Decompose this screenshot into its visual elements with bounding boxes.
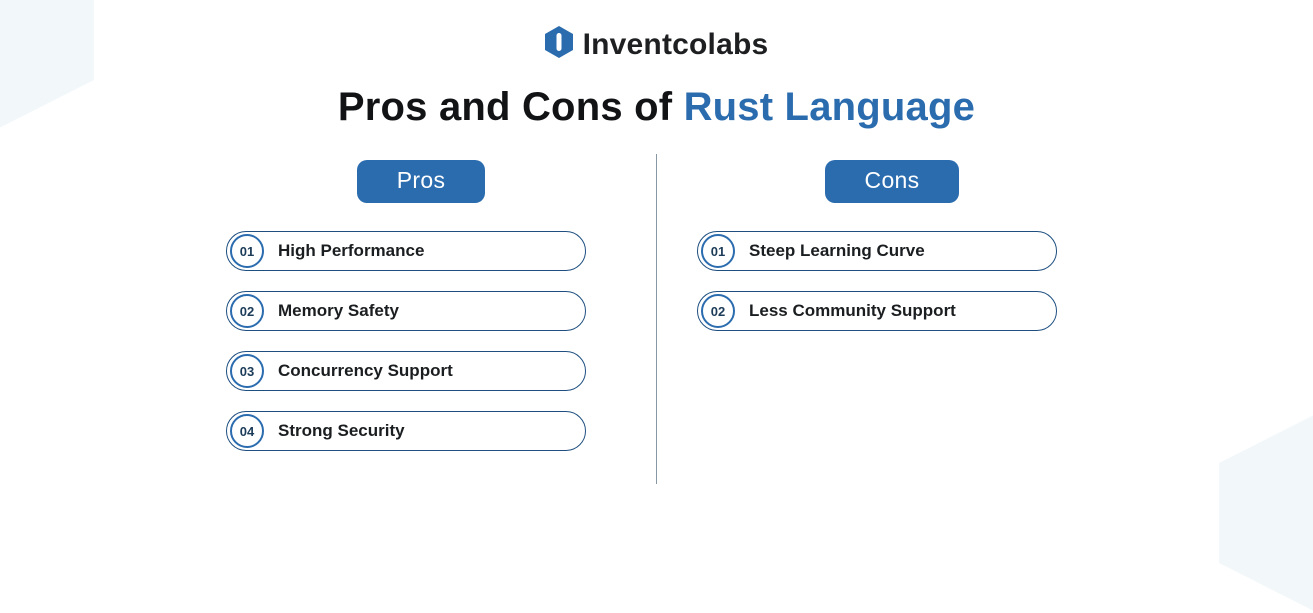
- list-item: 01 Steep Learning Curve: [697, 231, 1057, 271]
- brand-name: Inventcolabs: [583, 28, 769, 62]
- item-label: High Performance: [278, 241, 424, 261]
- brand-logo-icon: [545, 26, 573, 63]
- cons-items: 01 Steep Learning Curve 02 Less Communit…: [697, 231, 1087, 331]
- cons-heading-chip: Cons: [825, 160, 960, 203]
- list-item: 02 Less Community Support: [697, 291, 1057, 331]
- brand-header: Inventcolabs: [0, 0, 1313, 63]
- pros-heading-chip: Pros: [357, 160, 486, 203]
- page-title: Pros and Cons of Rust Language: [0, 85, 1313, 130]
- title-accent: Rust Language: [684, 85, 976, 129]
- item-number-badge: 04: [230, 414, 264, 448]
- item-label: Less Community Support: [749, 301, 956, 321]
- pros-cons-columns: Pros 01 High Performance 02 Memory Safet…: [0, 160, 1313, 484]
- list-item: 01 High Performance: [226, 231, 586, 271]
- item-number-badge: 03: [230, 354, 264, 388]
- list-item: 03 Concurrency Support: [226, 351, 586, 391]
- item-number-badge: 02: [230, 294, 264, 328]
- item-number-badge: 02: [701, 294, 735, 328]
- title-prefix: Pros and Cons of: [338, 85, 684, 129]
- pros-items: 01 High Performance 02 Memory Safety 03 …: [226, 231, 616, 451]
- cons-column: Cons 01 Steep Learning Curve 02 Less Com…: [657, 160, 1127, 331]
- item-label: Steep Learning Curve: [749, 241, 925, 261]
- list-item: 04 Strong Security: [226, 411, 586, 451]
- item-number-badge: 01: [230, 234, 264, 268]
- item-number-badge: 01: [701, 234, 735, 268]
- list-item: 02 Memory Safety: [226, 291, 586, 331]
- column-divider: [656, 154, 657, 484]
- item-label: Strong Security: [278, 421, 405, 441]
- item-label: Memory Safety: [278, 301, 399, 321]
- pros-column: Pros 01 High Performance 02 Memory Safet…: [186, 160, 656, 451]
- item-label: Concurrency Support: [278, 361, 453, 381]
